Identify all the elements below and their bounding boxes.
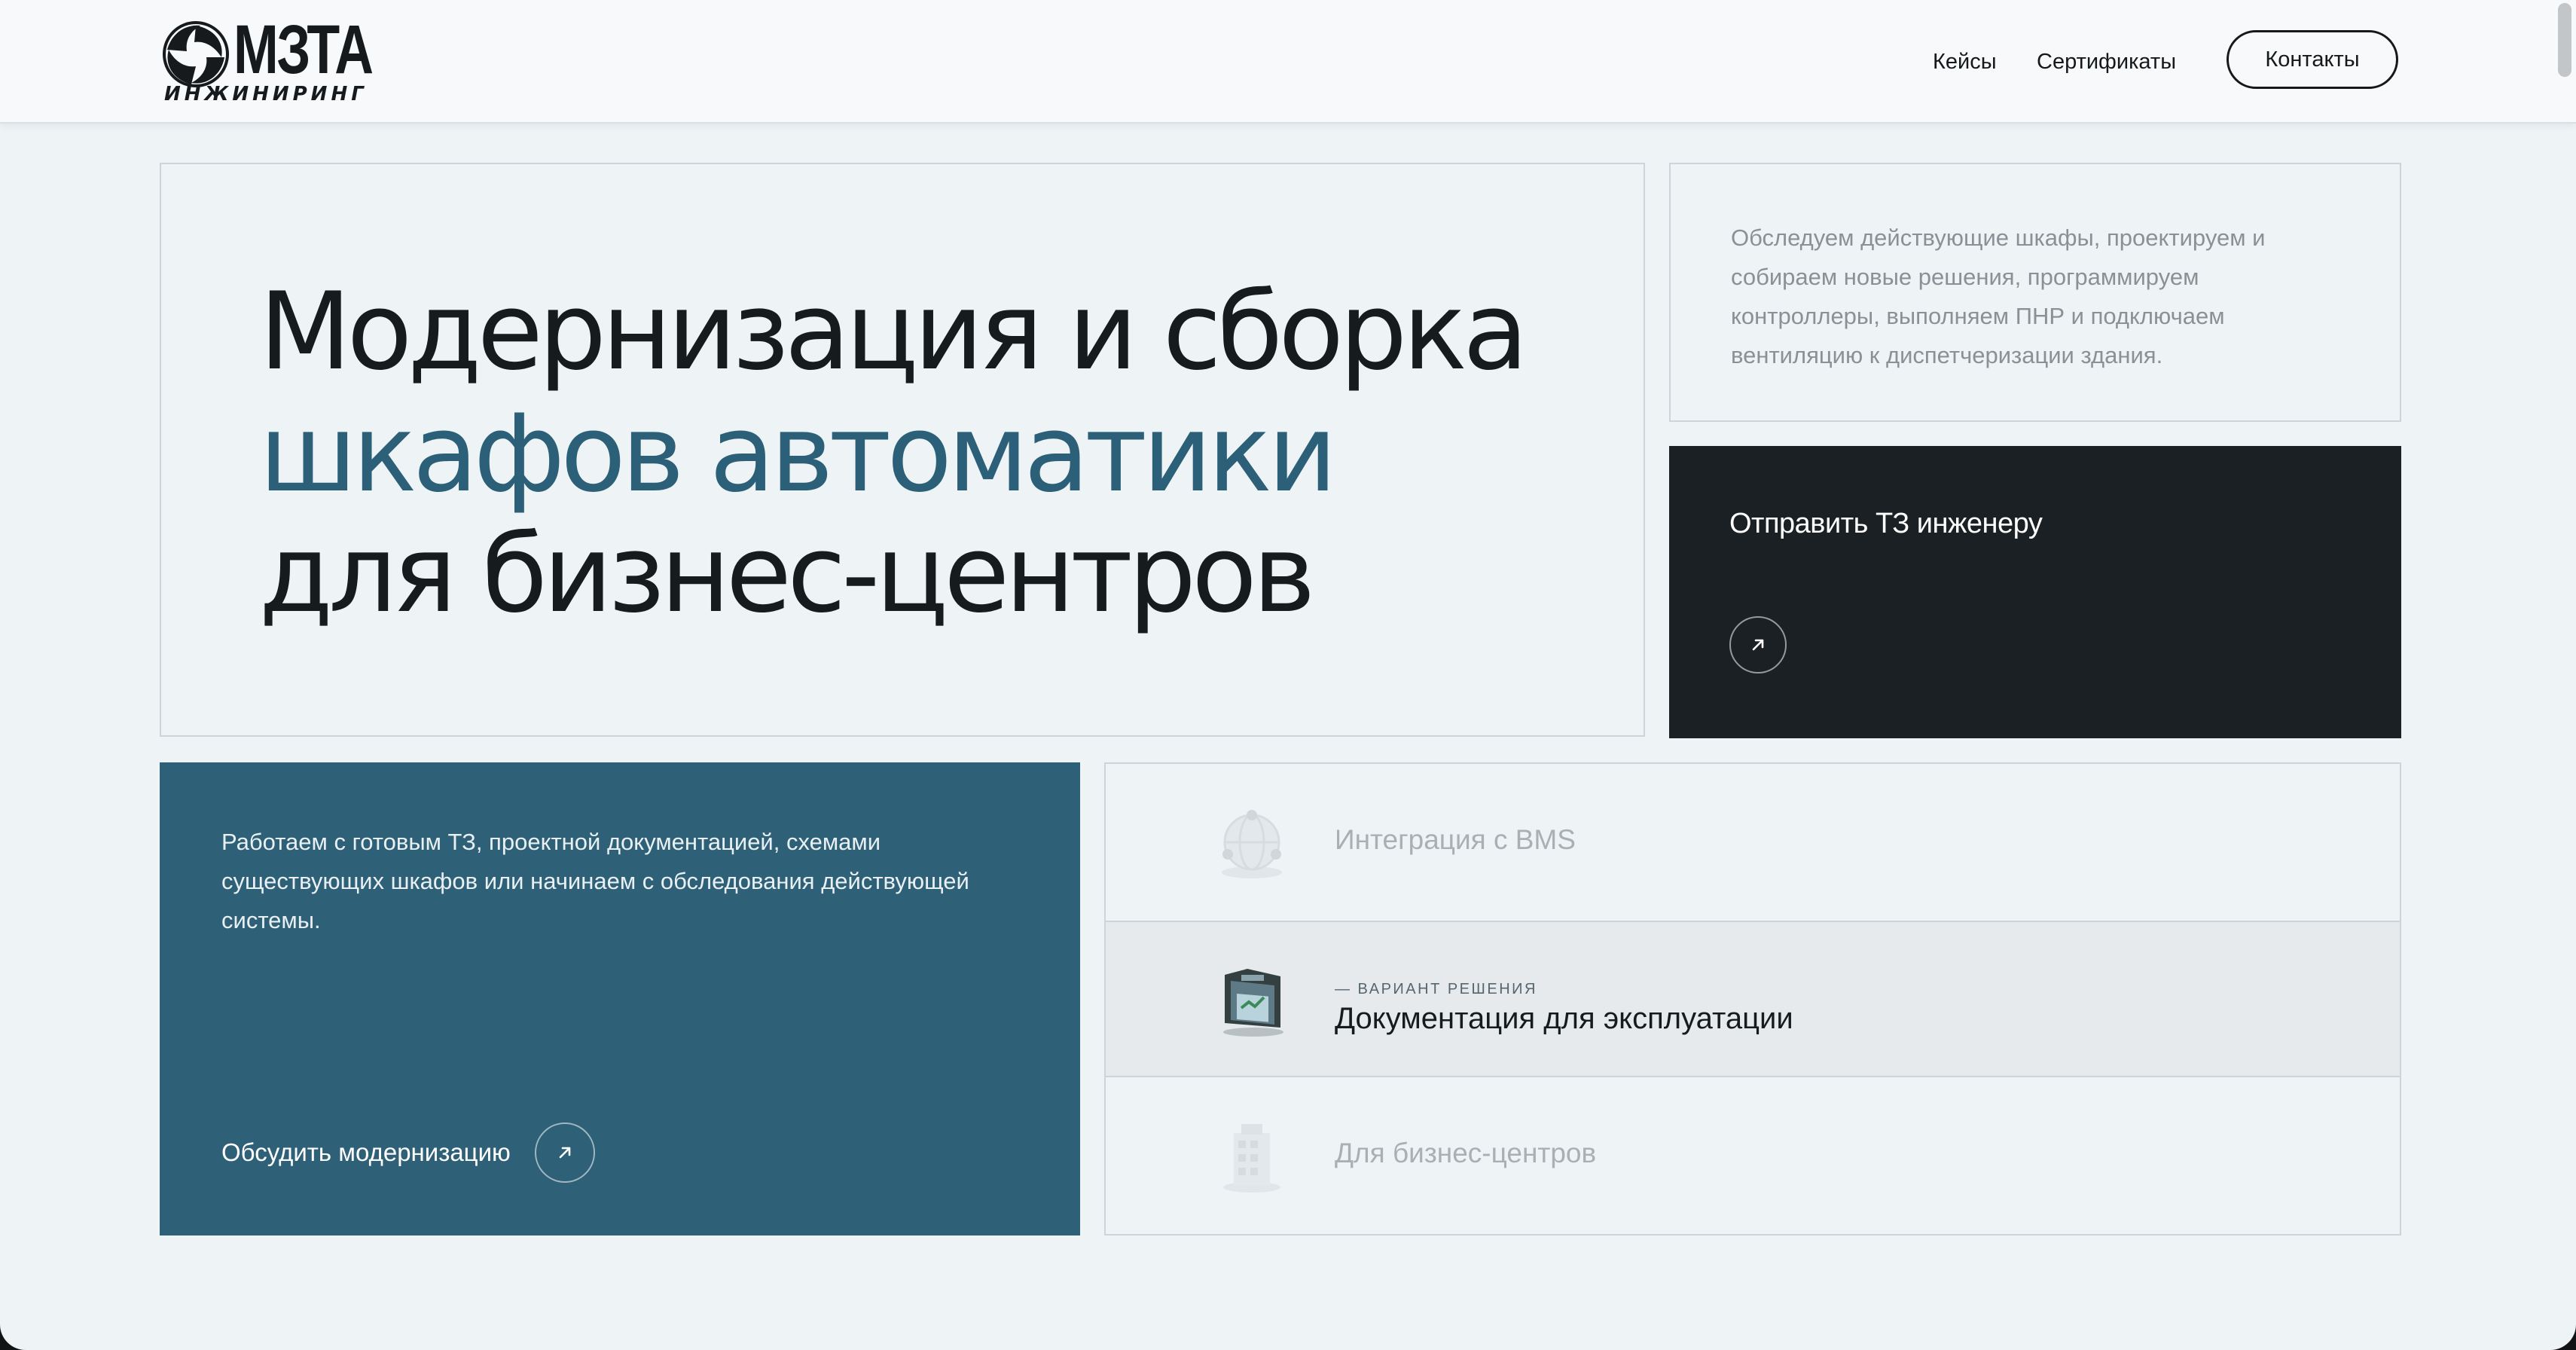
- solution-item-business-centers[interactable]: Для бизнес-центров: [1106, 1077, 2400, 1234]
- solutions-list: Интеграция с BMS — ВАРИАНТ РЕШЕНИЯ Докум…: [1104, 762, 2401, 1235]
- modernization-description: Работаем с готовым ТЗ, проектной докумен…: [221, 829, 969, 933]
- nav-link-certificates[interactable]: Сертификаты: [2037, 47, 2176, 77]
- site-header: МЗТА ИНЖИНИРИНГ Кейсы Сертификаты Контак…: [0, 0, 2576, 124]
- network-globe-icon: [1222, 810, 1282, 878]
- send-spec-card[interactable]: Отправить ТЗ инженеру: [1669, 446, 2401, 738]
- company-logo[interactable]: МЗТА ИНЖИНИРИНГ: [161, 15, 374, 108]
- hero-title-line-2-accent: шкафов автоматики: [259, 392, 1337, 516]
- document-folder-icon: [1223, 969, 1283, 1037]
- solution-item-bms[interactable]: Интеграция с BMS: [1106, 764, 2400, 922]
- logo-swirl-icon: [163, 21, 229, 87]
- nav-link-cases[interactable]: Кейсы: [1933, 47, 1997, 77]
- building-icon: [1223, 1124, 1280, 1193]
- send-spec-title: Отправить ТЗ инженеру: [1729, 508, 2043, 539]
- logo-wordmark: МЗТА: [233, 11, 374, 88]
- modernization-card: Работаем с готовым ТЗ, проектной докумен…: [160, 762, 1080, 1235]
- solution-item-documentation-active[interactable]: — ВАРИАНТ РЕШЕНИЯ Документация для экспл…: [1106, 922, 2400, 1077]
- arrow-up-right-icon: [1752, 639, 1764, 651]
- discuss-modernization-link[interactable]: Обсудить модернизацию: [221, 1122, 595, 1183]
- logo-subtitle: ИНЖИНИРИНГ: [164, 83, 368, 105]
- page-scrollbar-thumb[interactable]: [2558, 3, 2571, 77]
- solution-item-label: Интеграция с BMS: [1335, 824, 1576, 855]
- discuss-modernization-arrow-button[interactable]: [534, 1122, 595, 1183]
- discuss-modernization-label: Обсудить модернизацию: [221, 1138, 511, 1166]
- services-description-card: Обследуем действующие шкафы, проектируем…: [1669, 163, 2401, 422]
- solution-item-label: Документация для эксплуатации: [1335, 1002, 1793, 1035]
- arrow-up-right-icon: [559, 1147, 571, 1159]
- hero-title-line-1: Модернизация и сборка: [259, 270, 1528, 394]
- solution-variant-kicker: — ВАРИАНТ РЕШЕНИЯ: [1335, 981, 1537, 997]
- services-description-text: Обследуем действующие шкафы, проектируем…: [1731, 224, 2266, 368]
- send-spec-arrow-button[interactable]: [1729, 616, 1787, 673]
- hero-card: Модернизация и сборка шкафов автоматики …: [160, 163, 1645, 737]
- browser-viewport: МЗТА ИНЖИНИРИНГ Кейсы Сертификаты Контак…: [0, 0, 2576, 1350]
- hero-title-line-3: для бизнес-центров: [259, 512, 1316, 637]
- solution-item-label: Для бизнес-центров: [1335, 1138, 1597, 1168]
- contacts-button[interactable]: Контакты: [2227, 30, 2398, 89]
